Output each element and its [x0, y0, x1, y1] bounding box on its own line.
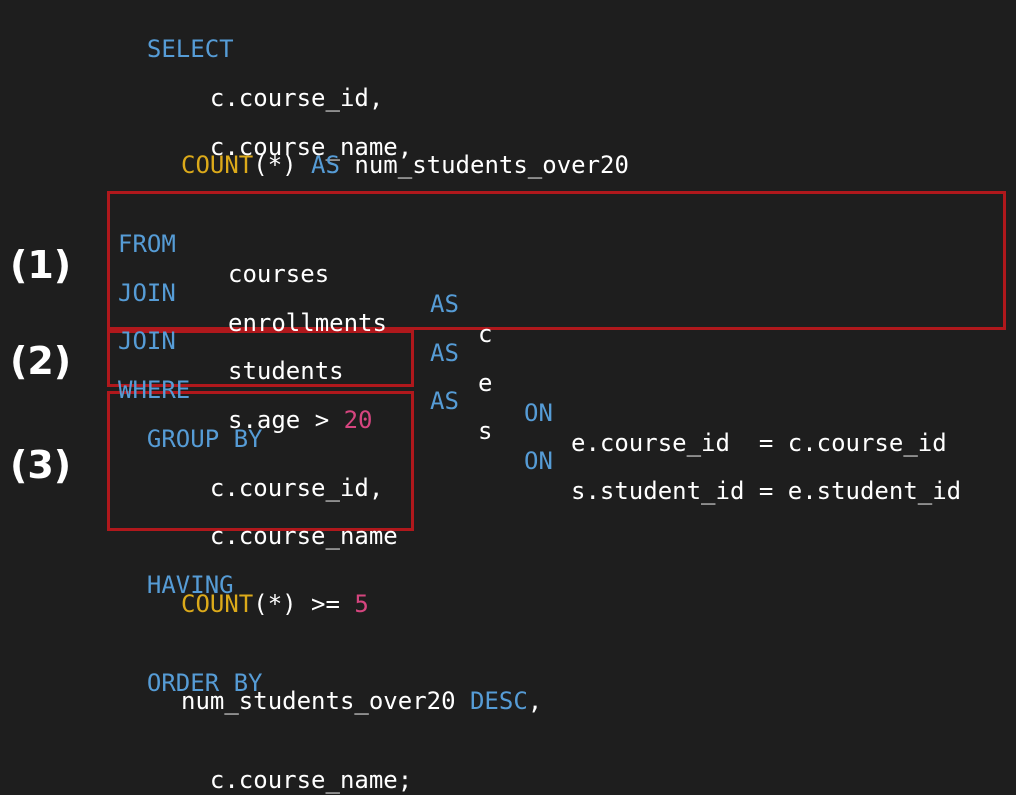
- order-comma: ,: [527, 687, 543, 715]
- keyword-as: AS: [311, 151, 340, 179]
- code-line-from: FROM courses AS c: [118, 199, 998, 348]
- function-count: COUNT: [181, 151, 254, 179]
- keyword-on: ON: [524, 447, 553, 475]
- where-value: 20: [343, 406, 373, 434]
- join-condition-enrollments: e.course_id = c.course_id: [571, 429, 947, 457]
- count-args: (*): [253, 151, 312, 179]
- order-column-num-students: num_students_over20: [181, 687, 470, 715]
- join-condition-students: s.student_id = e.student_id: [571, 477, 962, 505]
- keyword-as: AS: [430, 387, 459, 415]
- join-alias-s: s: [478, 417, 493, 445]
- group-column-course-name: c.course_name: [209, 522, 398, 550]
- code-line-join-students: JOIN students AS s ON s.student_id = e.s…: [118, 296, 998, 505]
- code-line-count: COUNT(*) AS num_students_over20: [181, 150, 629, 180]
- step-label-1: (1): [10, 243, 72, 287]
- code-line-having-cond: COUNT(*) >= 5: [181, 589, 369, 619]
- having-value: 5: [354, 590, 369, 618]
- code-line-where: WHERE s.age > 20: [118, 345, 398, 434]
- join-alias-e: e: [478, 369, 493, 397]
- keyword-as: AS: [430, 339, 459, 367]
- having-condition: (*) >=: [253, 590, 355, 618]
- function-count: COUNT: [181, 590, 254, 618]
- step-label-3: (3): [10, 443, 72, 487]
- keyword-on: ON: [524, 399, 553, 427]
- code-line-order-col2: c.course_name;: [181, 735, 412, 795]
- order-column-course-name: c.course_name;: [209, 766, 413, 794]
- code-line-join-enrollments: JOIN enrollments AS e ON e.course_id = c…: [118, 248, 998, 457]
- step-label-2: (2): [10, 339, 72, 383]
- count-alias: num_students_over20: [339, 151, 629, 179]
- keyword-desc: DESC: [469, 687, 528, 715]
- code-line-order-col1: num_students_over20 DESC,: [181, 686, 542, 716]
